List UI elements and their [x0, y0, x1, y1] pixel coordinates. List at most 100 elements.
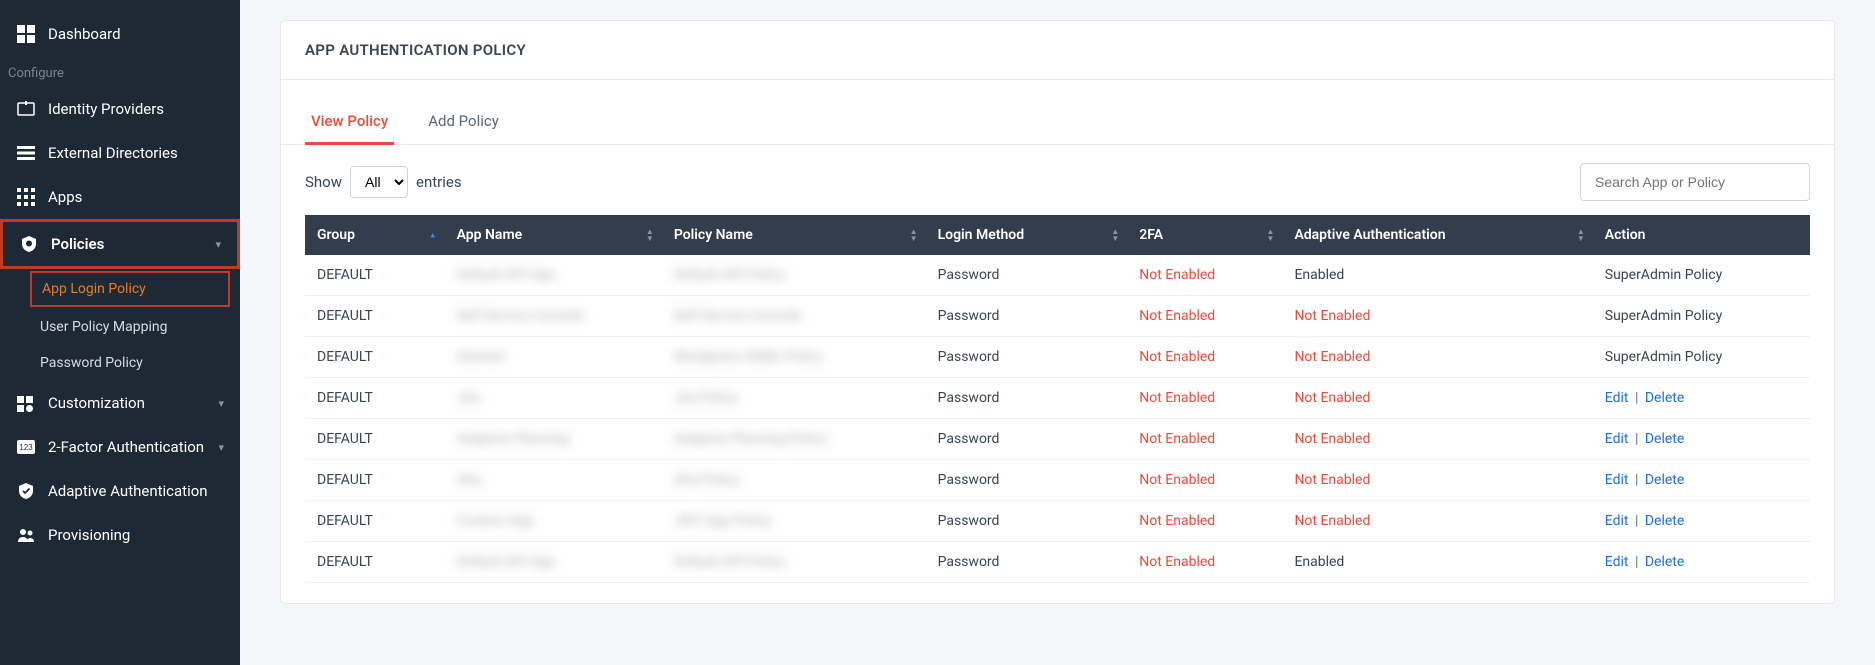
cell-action: Edit | Delete	[1593, 501, 1810, 542]
sort-icon: ▲	[429, 232, 437, 239]
delete-link[interactable]: Delete	[1645, 472, 1684, 488]
col-adaptive[interactable]: Adaptive Authentication ▲▼	[1282, 215, 1592, 255]
cell-login-method: Password	[926, 460, 1128, 501]
page-title: APP AUTHENTICATION POLICY	[281, 21, 1834, 80]
cell-adaptive: Not Enabled	[1282, 378, 1592, 419]
tab-add-policy[interactable]: Add Policy	[422, 104, 505, 145]
cell-app-name: Self Service Console	[445, 296, 662, 337]
search-input[interactable]	[1580, 163, 1810, 201]
edit-link[interactable]: Edit	[1605, 431, 1629, 447]
id-card-icon	[16, 99, 36, 119]
cell-2fa: Not Enabled	[1127, 337, 1282, 378]
sidebar-item-apps[interactable]: Apps	[0, 175, 240, 219]
sort-icon: ▲▼	[1577, 228, 1585, 242]
sidebar: Dashboard Configure Identity Providers E…	[0, 0, 240, 665]
sidebar-item-dashboard[interactable]: Dashboard	[0, 12, 240, 56]
edit-link[interactable]: Edit	[1605, 390, 1629, 406]
tab-view-policy[interactable]: View Policy	[305, 104, 394, 145]
sidebar-subitem-password-policy[interactable]: Password Policy	[0, 345, 240, 381]
cell-policy-name: Adaptive Planning Policy	[662, 419, 926, 460]
sidebar-item-label: Identity Providers	[48, 100, 164, 118]
search-box	[1580, 163, 1810, 201]
sort-icon: ▲▼	[1111, 228, 1119, 242]
table-row: DEFAULTIntranetWordpress SAML PolicyPass…	[305, 337, 1810, 378]
sidebar-subitem-app-login-policy[interactable]: App Login Policy	[30, 271, 230, 307]
cell-login-method: Password	[926, 296, 1128, 337]
svg-text:123: 123	[19, 443, 33, 452]
delete-link[interactable]: Delete	[1645, 513, 1684, 529]
cell-group: DEFAULT	[305, 378, 445, 419]
cell-action: Edit | Delete	[1593, 419, 1810, 460]
delete-link[interactable]: Delete	[1645, 431, 1684, 447]
cell-login-method: Password	[926, 501, 1128, 542]
sidebar-item-external-directories[interactable]: External Directories	[0, 131, 240, 175]
sidebar-item-label: Customization	[48, 394, 145, 412]
cell-adaptive: Not Enabled	[1282, 419, 1592, 460]
dashboard-icon	[16, 24, 36, 44]
cell-2fa: Not Enabled	[1127, 460, 1282, 501]
entries-select[interactable]: All	[350, 166, 408, 198]
show-entries: Show All entries	[305, 166, 462, 198]
entries-label: entries	[416, 173, 462, 191]
edit-link[interactable]: Edit	[1605, 554, 1629, 570]
cell-app-name: Adaptive Planning	[445, 419, 662, 460]
table-row: DEFAULTJiraJira PolicyPasswordNot Enable…	[305, 378, 1810, 419]
cell-adaptive: Enabled	[1282, 542, 1592, 583]
chevron-down-icon: ▾	[218, 397, 224, 410]
cell-action: Edit | Delete	[1593, 542, 1810, 583]
cell-action: Edit | Delete	[1593, 460, 1810, 501]
cell-action: SuperAdmin Policy	[1593, 296, 1810, 337]
sort-icon: ▲▼	[1267, 228, 1275, 242]
cell-group: DEFAULT	[305, 255, 445, 296]
puzzle-icon	[16, 393, 36, 413]
delete-link[interactable]: Delete	[1645, 554, 1684, 570]
policy-card: APP AUTHENTICATION POLICY View Policy Ad…	[280, 20, 1835, 604]
col-app-name[interactable]: App Name ▲▼	[445, 215, 662, 255]
col-login-method[interactable]: Login Method ▲▼	[926, 215, 1128, 255]
cell-group: DEFAULT	[305, 542, 445, 583]
edit-link[interactable]: Edit	[1605, 472, 1629, 488]
cell-adaptive: Not Enabled	[1282, 460, 1592, 501]
table-row: DEFAULTAdaptive PlanningAdaptive Plannin…	[305, 419, 1810, 460]
table-controls: Show All entries	[281, 145, 1834, 215]
sidebar-item-identity-providers[interactable]: Identity Providers	[0, 87, 240, 131]
sidebar-item-adaptive-auth[interactable]: Adaptive Authentication	[0, 469, 240, 513]
cell-2fa: Not Enabled	[1127, 296, 1282, 337]
sidebar-item-label: Policies	[51, 235, 104, 253]
shield-icon	[19, 234, 39, 254]
sidebar-subitem-user-policy-mapping[interactable]: User Policy Mapping	[0, 309, 240, 345]
sidebar-item-customization[interactable]: Customization ▾	[0, 381, 240, 425]
cell-app-name: Default API App	[445, 255, 662, 296]
delete-link[interactable]: Delete	[1645, 390, 1684, 406]
sidebar-item-label: Provisioning	[48, 526, 130, 544]
sidebar-item-2fa[interactable]: 123 2-Factor Authentication ▾	[0, 425, 240, 469]
cell-2fa: Not Enabled	[1127, 542, 1282, 583]
sidebar-section-configure: Configure	[0, 56, 240, 87]
sidebar-subitem-label: Password Policy	[40, 355, 143, 371]
shield-check-icon	[16, 481, 36, 501]
edit-link[interactable]: Edit	[1605, 513, 1629, 529]
sidebar-item-label: Adaptive Authentication	[48, 482, 208, 500]
cell-action: SuperAdmin Policy	[1593, 255, 1810, 296]
cell-adaptive: Enabled	[1282, 255, 1592, 296]
cell-policy-name: Default API Policy	[662, 542, 926, 583]
list-icon	[16, 143, 36, 163]
cell-policy-name: Wordpress SAML Policy	[662, 337, 926, 378]
policy-table: Group ▲ App Name ▲▼ Policy Name ▲▼	[305, 215, 1810, 583]
cell-group: DEFAULT	[305, 337, 445, 378]
sidebar-item-label: 2-Factor Authentication	[48, 438, 204, 456]
cell-action: SuperAdmin Policy	[1593, 337, 1810, 378]
col-2fa[interactable]: 2FA ▲▼	[1127, 215, 1282, 255]
sidebar-item-policies[interactable]: Policies ▾	[0, 219, 240, 269]
col-group[interactable]: Group ▲	[305, 215, 445, 255]
cell-2fa: Not Enabled	[1127, 255, 1282, 296]
cell-policy-name: Default API Policy	[662, 255, 926, 296]
cell-app-name: Jira	[445, 378, 662, 419]
col-policy-name[interactable]: Policy Name ▲▼	[662, 215, 926, 255]
sidebar-item-provisioning[interactable]: Provisioning	[0, 513, 240, 557]
cell-group: DEFAULT	[305, 296, 445, 337]
sort-icon: ▲▼	[646, 228, 654, 242]
cell-adaptive: Not Enabled	[1282, 337, 1592, 378]
cell-app-name: Intranet	[445, 337, 662, 378]
sidebar-subitem-label: User Policy Mapping	[40, 319, 167, 335]
